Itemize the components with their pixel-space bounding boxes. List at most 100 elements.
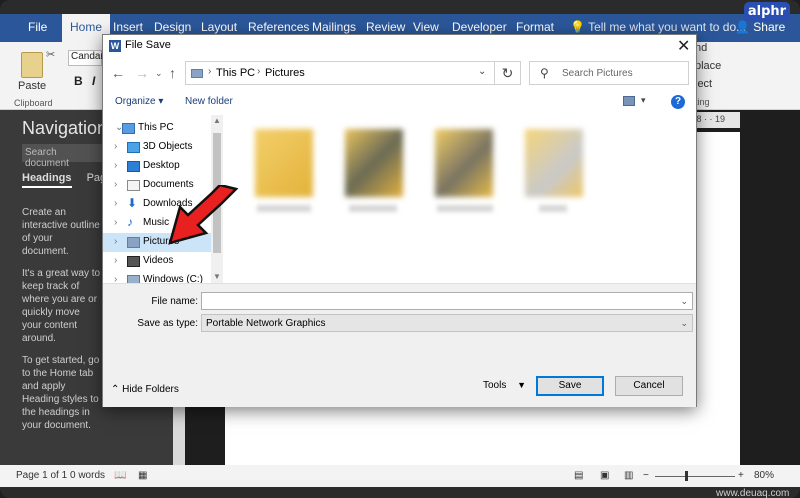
print-layout-icon[interactable]: ▣ xyxy=(600,470,609,481)
file-name-input[interactable]: ⌄ xyxy=(201,292,693,310)
address-row: ← → ⌄ ↑ › This PC › Pictures ⌄ ↻ ⚲ Searc… xyxy=(103,61,696,87)
video-icon xyxy=(127,256,140,267)
breadcrumb-this-pc[interactable]: This PC xyxy=(216,67,255,79)
tab-insert[interactable]: Insert xyxy=(113,20,143,34)
breadcrumb-pictures[interactable]: Pictures xyxy=(265,67,305,79)
breadcrumb-separator[interactable]: › xyxy=(208,66,211,77)
alphr-logo: alphr xyxy=(744,2,790,22)
replace-label[interactable]: place xyxy=(695,60,721,72)
tab-file[interactable]: File xyxy=(28,20,47,34)
chevron-down-icon[interactable]: ⌄ xyxy=(680,318,688,329)
save-as-type-value: Portable Network Graphics xyxy=(206,318,326,329)
dialog-title: File Save xyxy=(125,39,171,51)
chevron-right-icon[interactable]: › xyxy=(114,236,117,247)
macro-icon[interactable]: ▦ xyxy=(138,470,147,481)
search-input[interactable]: ⚲ Search Pictures xyxy=(529,61,689,85)
tell-me-input[interactable]: 💡 Tell me what you want to do... xyxy=(570,20,746,34)
share-label: Share xyxy=(753,20,786,34)
hide-folders-button[interactable]: ⌃ Hide Folders xyxy=(111,384,179,395)
new-folder-button[interactable]: New folder xyxy=(185,96,233,107)
proofing-icon[interactable]: 📖 xyxy=(114,470,126,481)
clipboard-group-label: Clipboard xyxy=(14,98,53,108)
folder-name-blurred xyxy=(539,205,567,212)
music-icon: ♪ xyxy=(127,215,133,229)
page-count[interactable]: Page 1 of 1 xyxy=(16,470,67,481)
chevron-down-icon: ▼ xyxy=(517,380,527,390)
tab-mailings[interactable]: Mailings xyxy=(312,20,356,34)
breadcrumb-separator[interactable]: › xyxy=(257,66,260,77)
nav-search-input[interactable]: Search document xyxy=(22,144,102,169)
tab-review[interactable]: Review xyxy=(366,20,405,34)
chevron-right-icon[interactable]: › xyxy=(114,217,117,228)
nav-text-3: To get started, go to the Home tab and a… xyxy=(22,355,100,431)
scroll-up-icon[interactable]: ▲ xyxy=(213,116,221,125)
hide-folders-label: Hide Folders xyxy=(122,384,179,395)
view-options-icon[interactable] xyxy=(623,96,635,106)
share-button[interactable]: 👤 Share xyxy=(735,20,785,34)
tools-dropdown[interactable]: Tools ▼ xyxy=(483,380,526,391)
zoom-level[interactable]: 80% xyxy=(754,470,774,481)
folder-thumbnail[interactable] xyxy=(435,129,493,197)
tab-view[interactable]: View xyxy=(413,20,439,34)
save-button[interactable]: Save xyxy=(536,376,604,396)
zoom-out-icon[interactable]: − xyxy=(643,470,649,481)
chevron-right-icon[interactable]: › xyxy=(114,160,117,171)
chevron-right-icon[interactable]: › xyxy=(114,274,117,283)
organize-button[interactable]: Organize ▾ xyxy=(115,96,163,107)
pictures-icon xyxy=(127,237,140,248)
tree-item-desktop[interactable]: › Desktop xyxy=(103,157,211,176)
save-as-type-select[interactable]: Portable Network Graphics ⌄ xyxy=(201,314,693,332)
select-label[interactable]: lect xyxy=(695,78,712,90)
chevron-right-icon[interactable]: › xyxy=(114,255,117,266)
folder-thumbnail[interactable] xyxy=(525,129,583,197)
paste-button[interactable]: Paste xyxy=(18,52,46,92)
zoom-in-icon[interactable]: + xyxy=(738,470,744,481)
nav-tab-headings[interactable]: Headings xyxy=(22,172,72,188)
tree-label: Windows (C:) xyxy=(143,274,204,283)
chevron-down-icon[interactable]: ▾ xyxy=(641,95,646,106)
font-name-input[interactable]: Candar xyxy=(68,50,104,66)
chevron-down-icon[interactable]: ⌄ xyxy=(680,296,688,307)
cut-icon[interactable]: ✂ xyxy=(46,48,55,61)
word-icon: W xyxy=(109,40,121,52)
address-bar[interactable]: › This PC › Pictures ⌄ xyxy=(185,61,495,85)
forward-arrow-icon[interactable]: → xyxy=(135,65,149,81)
document-icon xyxy=(127,180,140,191)
clipboard-icon xyxy=(21,52,43,78)
close-icon[interactable]: ✕ xyxy=(677,36,690,56)
read-mode-icon[interactable]: ▤ xyxy=(574,470,583,481)
italic-button[interactable]: I xyxy=(92,74,95,88)
search-icon: ⚲ xyxy=(540,66,549,80)
tree-item-3d-objects[interactable]: › 3D Objects xyxy=(103,138,211,157)
lightbulb-icon: 💡 xyxy=(570,20,585,34)
tree-item-this-pc[interactable]: ⌄ This PC xyxy=(103,119,211,138)
up-arrow-icon[interactable]: ↑ xyxy=(169,65,176,81)
folder-thumbnail[interactable] xyxy=(255,129,313,197)
tab-references[interactable]: References xyxy=(248,20,309,34)
red-arrow-annotation xyxy=(168,185,239,245)
folder-thumbnail[interactable] xyxy=(345,129,403,197)
web-layout-icon[interactable]: ▥ xyxy=(624,470,633,481)
chevron-right-icon[interactable]: › xyxy=(114,141,117,152)
cube-icon xyxy=(127,142,140,153)
bold-button[interactable]: B xyxy=(74,74,83,88)
dialog-titlebar[interactable]: W File Save ✕ xyxy=(103,35,696,57)
tab-developer[interactable]: Developer xyxy=(452,20,507,34)
tab-layout[interactable]: Layout xyxy=(201,20,237,34)
tree-item-windows-c[interactable]: › Windows (C:) xyxy=(103,271,211,283)
refresh-icon[interactable]: ↻ xyxy=(495,61,521,85)
file-name-label: File name: xyxy=(151,296,198,307)
help-icon[interactable]: ? xyxy=(671,95,685,109)
back-arrow-icon[interactable]: ← xyxy=(111,65,125,81)
word-count[interactable]: 0 words xyxy=(70,470,105,481)
tab-design[interactable]: Design xyxy=(154,20,191,34)
zoom-thumb[interactable] xyxy=(685,471,688,481)
chevron-right-icon[interactable]: › xyxy=(114,198,117,209)
scroll-down-icon[interactable]: ▼ xyxy=(213,272,221,281)
chevron-right-icon[interactable]: › xyxy=(114,179,117,190)
recent-chevron-icon[interactable]: ⌄ xyxy=(155,68,163,79)
cancel-button[interactable]: Cancel xyxy=(615,376,683,396)
tab-format[interactable]: Format xyxy=(516,20,554,34)
zoom-slider[interactable] xyxy=(655,476,735,477)
chevron-down-icon[interactable]: ⌄ xyxy=(478,66,486,77)
